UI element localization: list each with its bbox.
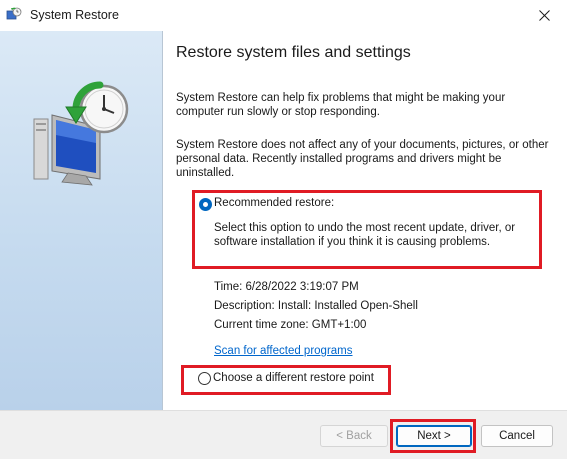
intro-paragraph: System Restore can help fix problems tha… <box>176 92 506 118</box>
computer-clock-restore-icon <box>33 81 129 186</box>
restore-time: Time: 6/28/2022 3:19:07 PM <box>214 281 359 293</box>
back-button[interactable]: < Back <box>320 425 388 447</box>
scan-affected-programs-link[interactable]: Scan for affected programs <box>214 345 353 357</box>
window-title: System Restore <box>30 8 119 22</box>
next-button[interactable]: Next > <box>396 425 472 447</box>
restore-description: Description: Install: Installed Open-She… <box>214 300 418 312</box>
recommended-restore-label[interactable]: Recommended restore: <box>214 197 334 209</box>
close-button[interactable] <box>521 0 567 31</box>
restore-timezone: Current time zone: GMT+1:00 <box>214 319 367 331</box>
system-restore-icon <box>6 7 22 20</box>
page-title: Restore system files and settings <box>176 44 411 61</box>
close-icon <box>538 10 550 21</box>
recommended-restore-description: Select this option to undo the most rece… <box>214 222 516 248</box>
side-banner <box>0 31 163 410</box>
data-safety-paragraph: System Restore does not affect any of yo… <box>176 139 549 179</box>
cancel-button[interactable]: Cancel <box>481 425 553 447</box>
title-bar: System Restore <box>0 0 567 31</box>
choose-restore-point-radio[interactable] <box>198 372 211 385</box>
recommended-restore-radio[interactable] <box>199 198 212 211</box>
choose-restore-point-label[interactable]: Choose a different restore point <box>213 372 374 384</box>
